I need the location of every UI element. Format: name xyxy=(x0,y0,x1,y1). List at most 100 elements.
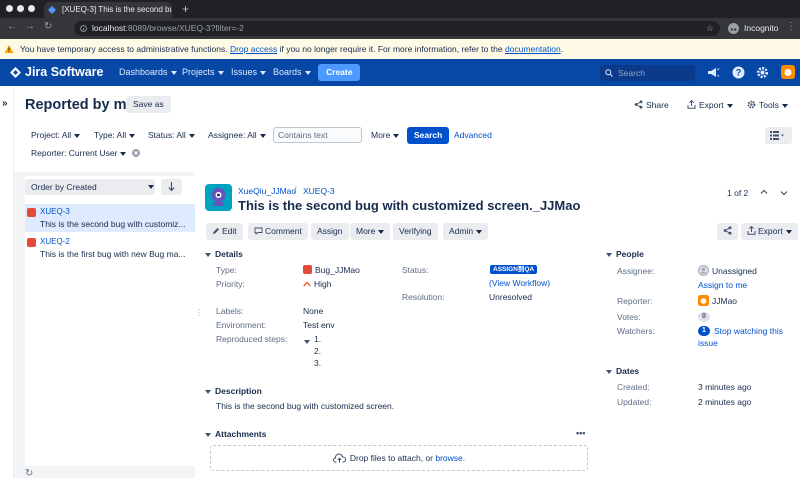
window-close-dot[interactable] xyxy=(6,5,13,12)
dates-section-toggle[interactable]: Dates xyxy=(606,365,639,377)
bug-type-icon xyxy=(27,208,36,217)
search-placeholder: Search xyxy=(618,68,645,78)
details-heading: Details xyxy=(215,249,243,259)
advanced-search-link[interactable]: Advanced xyxy=(454,130,492,140)
list-item[interactable]: XUEQ-2 This is the first bug with new Bu… xyxy=(25,234,195,262)
megaphone-icon[interactable] xyxy=(707,66,720,79)
filter-more[interactable]: More xyxy=(371,129,400,141)
attachment-drop-zone[interactable]: Drop files to attach, or browse. xyxy=(210,445,588,471)
attachments-section-toggle[interactable]: Attachments xyxy=(205,428,266,440)
filter-assignee[interactable]: Assignee: All xyxy=(208,129,266,141)
list-item-selected[interactable]: XUEQ-3 This is the second bug with custo… xyxy=(25,204,195,232)
filter-reporter[interactable]: Reporter: Current User xyxy=(31,147,140,159)
tools-button[interactable]: Tools xyxy=(747,99,788,111)
verifying-transition-button[interactable]: Verifying xyxy=(393,223,438,240)
browser-menu-icon[interactable]: ⋮ xyxy=(786,21,796,32)
browse-link[interactable]: browse. xyxy=(435,453,465,463)
info-icon[interactable] xyxy=(80,25,87,32)
reload-icon[interactable]: ↻ xyxy=(44,21,52,32)
view-workflow-link[interactable]: (View Workflow) xyxy=(489,277,550,289)
help-icon[interactable]: ? xyxy=(732,66,745,79)
filter-status-label: Status: All xyxy=(148,130,186,140)
updated-label: Updated: xyxy=(617,397,652,407)
resize-handle[interactable]: ⋮ xyxy=(195,308,203,317)
warning-icon xyxy=(4,39,14,59)
view-layout-button[interactable] xyxy=(765,127,792,144)
details-section-toggle[interactable]: Details xyxy=(205,248,243,260)
list-item-summary: This is the second bug with customiz... xyxy=(40,219,186,229)
admin-button[interactable]: Admin xyxy=(443,223,489,240)
project-avatar[interactable] xyxy=(205,184,232,211)
browser-tab[interactable]: [XUEQ-3] This is the second bug ✕ xyxy=(44,2,172,18)
edit-button[interactable]: Edit xyxy=(206,223,243,240)
nav-search-input[interactable]: Search xyxy=(600,65,695,81)
type-value-text: Bug_JJMao xyxy=(315,265,360,275)
people-section-toggle[interactable]: People xyxy=(606,248,644,260)
filter-status[interactable]: Status: All xyxy=(148,129,195,141)
labels-value: None xyxy=(303,306,324,316)
attachments-more-icon[interactable]: ••• xyxy=(576,428,585,438)
previous-issue-icon[interactable] xyxy=(760,188,768,196)
description-text: This is the second bug with customized s… xyxy=(216,401,395,411)
export-issue-button[interactable]: Export xyxy=(741,223,798,240)
status-label: Status: xyxy=(402,265,429,275)
breadcrumb-project[interactable]: XueQiu_JJMao xyxy=(238,186,296,196)
sort-direction-button[interactable] xyxy=(161,179,182,195)
window-minimize-dot[interactable] xyxy=(17,5,24,12)
attachments-heading: Attachments xyxy=(215,429,267,439)
filter-project[interactable]: Project: All xyxy=(31,129,81,141)
nav-boards[interactable]: Boards xyxy=(273,65,311,80)
new-tab-icon[interactable]: + xyxy=(182,1,189,17)
assign-to-me-link[interactable]: Assign to me xyxy=(698,279,747,291)
assign-button[interactable]: Assign xyxy=(311,223,349,240)
stop-watching-link-cont[interactable]: issue xyxy=(698,337,718,349)
drop-text: Drop files to attach, or xyxy=(349,453,433,463)
more-actions-button[interactable]: More xyxy=(350,223,391,240)
bookmark-star-icon[interactable]: ☆ xyxy=(706,21,714,36)
chevron-down-icon xyxy=(726,103,733,108)
chevron-down-icon xyxy=(74,133,81,138)
breadcrumb-issue-key[interactable]: XUEQ-3 xyxy=(303,186,335,196)
export-button[interactable]: Export xyxy=(687,99,733,111)
contains-text-input[interactable]: Contains text xyxy=(273,127,362,143)
search-button[interactable]: Search xyxy=(407,127,450,144)
filter-type[interactable]: Type: All xyxy=(94,129,136,141)
window-maximize-dot[interactable] xyxy=(28,5,35,12)
watchers-count-badge[interactable]: 1 xyxy=(698,326,710,336)
jira-logo-icon xyxy=(10,67,21,78)
steps-collapse-icon[interactable] xyxy=(304,336,310,346)
description-section-toggle[interactable]: Description xyxy=(205,385,262,397)
chevron-down-icon xyxy=(120,151,127,156)
save-as-button[interactable]: Save as xyxy=(126,96,171,113)
reporter-value: JJMao xyxy=(698,295,737,307)
chevron-down-icon xyxy=(148,185,154,189)
drop-access-link[interactable]: Drop access xyxy=(230,44,277,54)
documentation-link[interactable]: documentation xyxy=(505,44,561,54)
reporter-avatar xyxy=(698,295,709,306)
comment-button[interactable]: Comment xyxy=(248,223,308,240)
next-issue-icon[interactable] xyxy=(780,189,788,197)
nav-issues[interactable]: Issues xyxy=(231,65,267,80)
votes-count-badge[interactable]: 0 xyxy=(698,312,710,322)
filter-assignee-label: Assignee: All xyxy=(208,130,257,140)
order-by-dropdown[interactable]: Order by Created xyxy=(25,179,155,195)
back-icon[interactable]: ← xyxy=(7,21,17,32)
refresh-icon[interactable]: ↻ xyxy=(25,468,33,478)
share-issue-button[interactable] xyxy=(717,223,738,240)
environment-label: Environment: xyxy=(216,320,267,330)
incognito-indicator[interactable]: Incognito xyxy=(728,21,779,36)
chevron-down-icon xyxy=(217,70,224,75)
create-button[interactable]: Create xyxy=(318,64,361,81)
share-button[interactable]: Share xyxy=(634,99,669,111)
nav-projects[interactable]: Projects xyxy=(182,65,224,80)
forward-icon[interactable]: → xyxy=(25,21,35,32)
settings-gear-icon[interactable] xyxy=(756,66,769,79)
clear-filter-icon[interactable] xyxy=(131,149,140,157)
jira-logo[interactable]: Jira Software xyxy=(10,65,104,80)
nav-dashboards[interactable]: Dashboards xyxy=(119,65,177,80)
stop-watching-link[interactable]: Stop watching this xyxy=(714,325,783,337)
expand-sidebar-icon[interactable]: » xyxy=(2,98,8,109)
priority-high-icon xyxy=(303,281,311,287)
profile-avatar[interactable] xyxy=(781,65,795,79)
address-bar[interactable]: localhost:8089/browse/XUEQ-3?filter=-2 ☆ xyxy=(74,21,720,36)
